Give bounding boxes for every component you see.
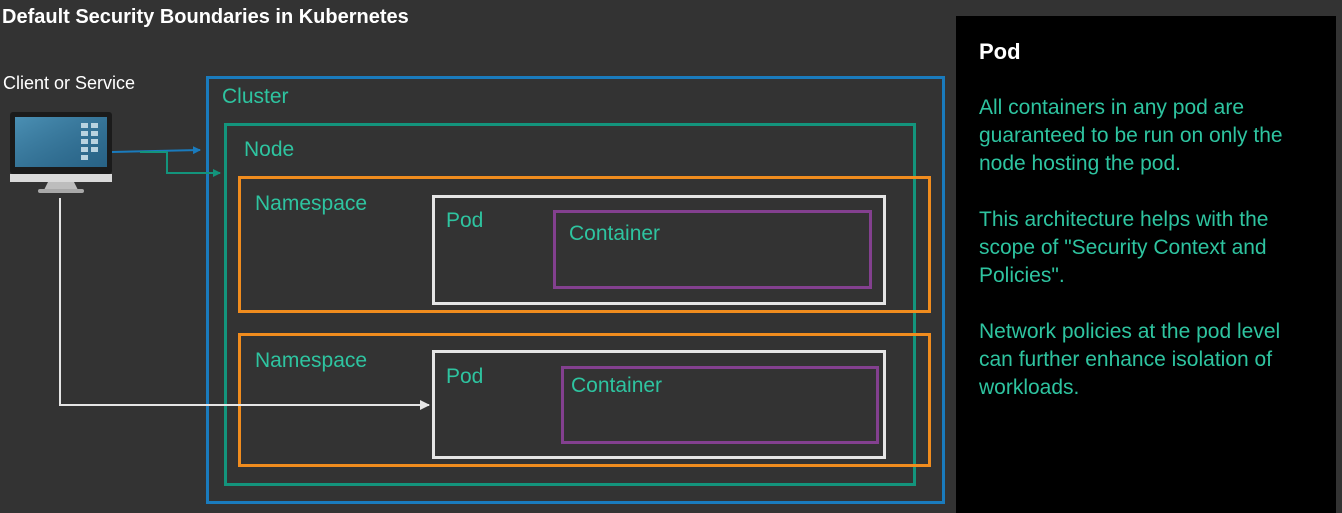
panel-paragraph: This architecture helps with the scope o… <box>979 208 1269 287</box>
arrow-to-node <box>140 151 221 177</box>
panel-paragraph: All containers in any pod are guaranteed… <box>979 96 1283 175</box>
panel-paragraph: Network policies at the pod level can fu… <box>979 320 1281 399</box>
panel-title: Pod <box>979 39 1021 64</box>
connector-arrows <box>59 146 430 410</box>
arrow-to-pod <box>59 198 430 410</box>
